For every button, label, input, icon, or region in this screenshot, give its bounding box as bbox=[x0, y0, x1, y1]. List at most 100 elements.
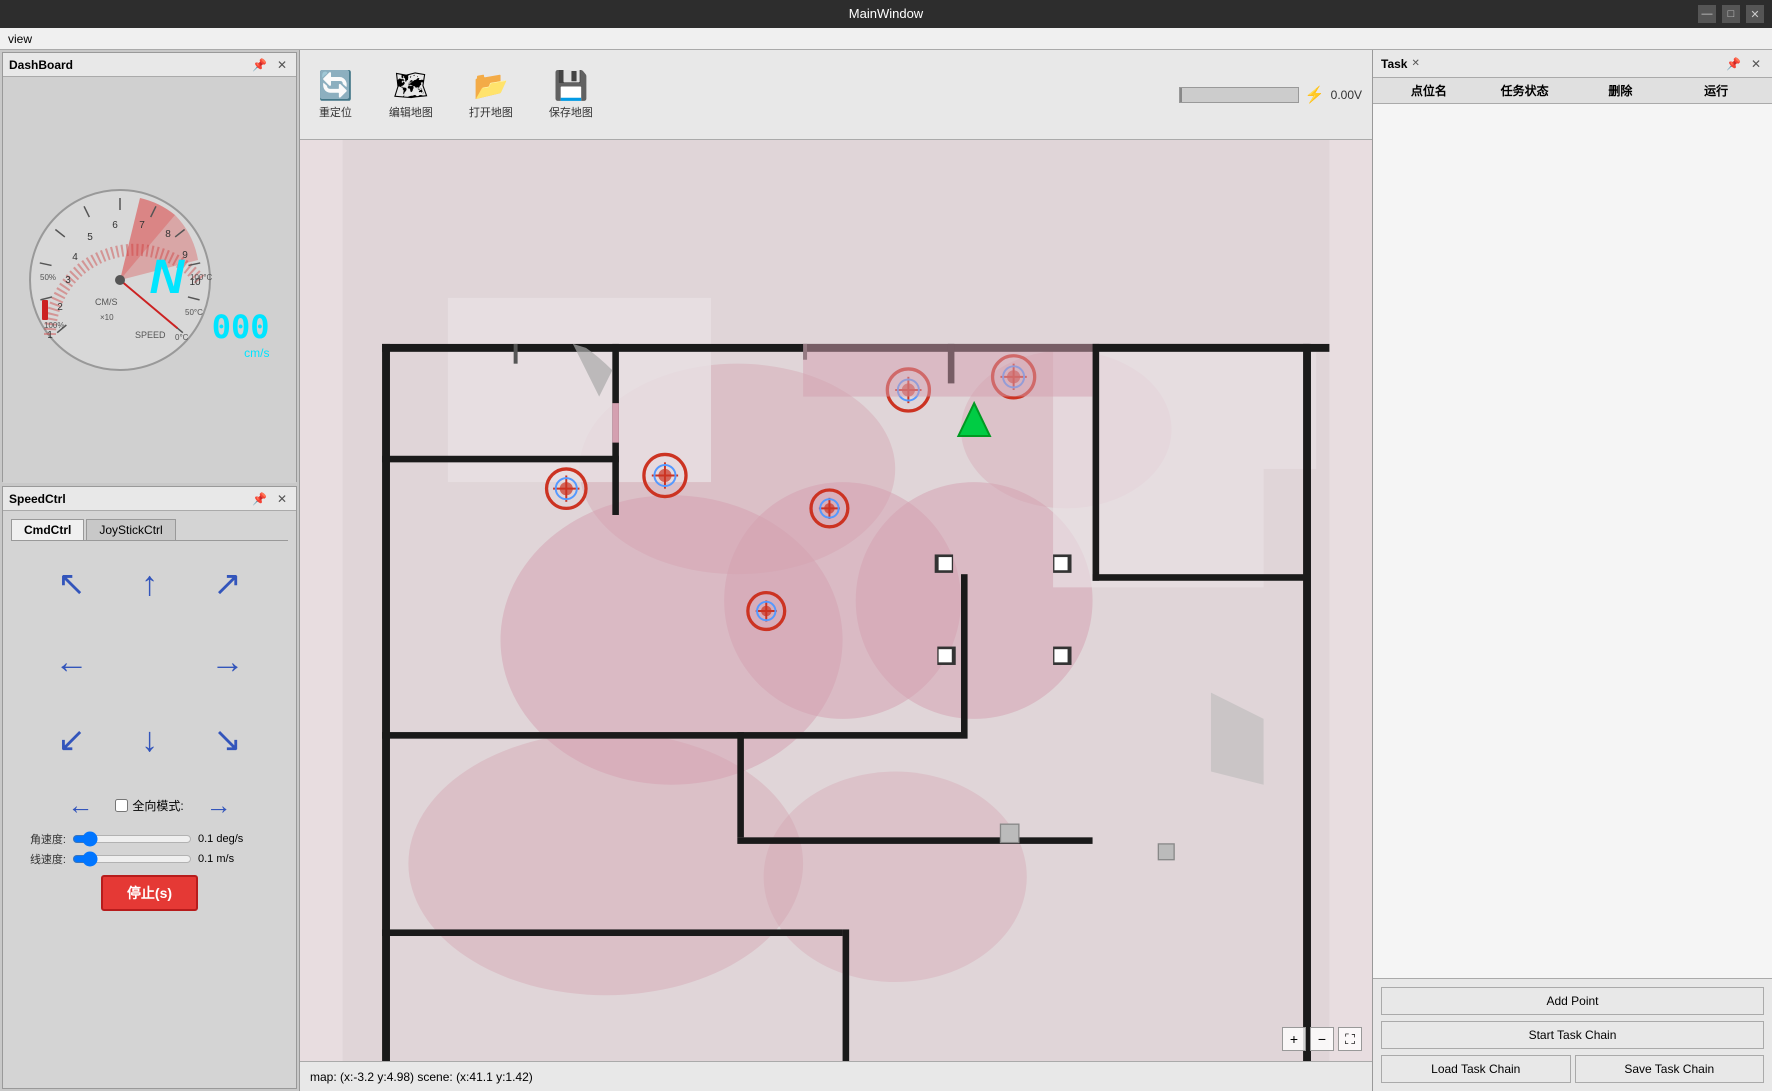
omni-row: ← 全向模式: → bbox=[11, 785, 288, 825]
angle-speed-value: 0.1 deg/s bbox=[198, 833, 278, 845]
dashboard-panel: DashBoard 📌 ✕ bbox=[2, 52, 297, 482]
menu-bar: view bbox=[0, 28, 1772, 50]
svg-text:50%: 50% bbox=[40, 273, 56, 282]
svg-text:×10: ×10 bbox=[100, 313, 114, 322]
linear-speed-label: 线速度: bbox=[11, 851, 66, 867]
dir-up-left-button[interactable]: ↖ bbox=[37, 549, 107, 619]
svg-text:7: 7 bbox=[139, 220, 145, 231]
task-content-area bbox=[1373, 104, 1772, 978]
map-area[interactable]: + − ⛶ bbox=[300, 140, 1372, 1061]
battery-fill bbox=[1180, 88, 1182, 102]
linear-speed-row: 线速度: 0.1 m/s bbox=[11, 851, 288, 867]
add-point-button[interactable]: Add Point bbox=[1381, 987, 1764, 1015]
dir-left-button[interactable]: ← bbox=[37, 627, 107, 697]
toolbar-open-map[interactable]: 📂 打开地图 bbox=[461, 65, 521, 124]
minimize-button[interactable]: — bbox=[1698, 5, 1716, 23]
dashboard-close-icon[interactable]: ✕ bbox=[274, 57, 290, 73]
dir-up-right-button[interactable]: ↗ bbox=[193, 549, 263, 619]
dir-up-button[interactable]: ↑ bbox=[115, 549, 185, 619]
speedometer-svg: 1 2 3 4 5 6 7 8 9 10 100% 50% 100°C bbox=[20, 180, 220, 380]
svg-text:4: 4 bbox=[72, 252, 78, 263]
svg-text:SPEED: SPEED bbox=[135, 330, 166, 340]
save-task-chain-button[interactable]: Save Task Chain bbox=[1575, 1055, 1765, 1083]
task-tab-label: Task bbox=[1381, 57, 1407, 71]
svg-text:0°C: 0°C bbox=[175, 333, 189, 342]
speedometer-container: 1 2 3 4 5 6 7 8 9 10 100% 50% 100°C bbox=[20, 180, 280, 380]
open-map-icon: 📂 bbox=[473, 69, 508, 102]
stop-button[interactable]: 停止(s) bbox=[101, 875, 198, 911]
speedctrl-close-icon[interactable]: ✕ bbox=[274, 491, 290, 507]
title-bar-buttons[interactable]: — □ ✕ bbox=[1698, 5, 1764, 23]
svg-text:CM/S: CM/S bbox=[95, 297, 118, 307]
right-panel: Task ✕ 📌 ✕ 点位名 任务状态 删除 运行 Add Point Star… bbox=[1372, 50, 1772, 1091]
maximize-button[interactable]: □ bbox=[1722, 5, 1740, 23]
task-table-header: 点位名 任务状态 删除 运行 bbox=[1373, 78, 1772, 104]
svg-text:1: 1 bbox=[47, 330, 53, 341]
svg-text:100°C: 100°C bbox=[190, 273, 213, 282]
angle-speed-slider[interactable] bbox=[72, 831, 192, 847]
dir-center-button[interactable] bbox=[115, 627, 185, 697]
tab-bar: CmdCtrl JoyStickCtrl bbox=[11, 519, 288, 541]
svg-text:2: 2 bbox=[57, 302, 63, 313]
dashboard-pin-icon[interactable]: 📌 bbox=[249, 57, 270, 73]
map-status-bar: map: (x:-3.2 y:4.98) scene: (x:41.1 y:1.… bbox=[300, 1061, 1372, 1091]
zoom-fit-button[interactable]: ⛶ bbox=[1338, 1027, 1362, 1051]
toolbar-relocate[interactable]: 🔄 重定位 bbox=[310, 65, 361, 124]
voltage-display: 0.00V bbox=[1331, 88, 1362, 102]
speed-unit: cm/s bbox=[212, 346, 270, 360]
task-panel-controls[interactable]: 📌 ✕ bbox=[1723, 56, 1764, 72]
zoom-controls[interactable]: + − ⛶ bbox=[1282, 1027, 1362, 1051]
svg-text:5: 5 bbox=[87, 232, 93, 243]
title-bar: MainWindow — □ ✕ bbox=[0, 0, 1772, 28]
zoom-out-button[interactable]: − bbox=[1310, 1027, 1334, 1051]
dashboard-controls[interactable]: 📌 ✕ bbox=[249, 57, 290, 73]
relocate-label: 重定位 bbox=[319, 104, 352, 120]
left-panels: DashBoard 📌 ✕ bbox=[0, 50, 300, 1091]
omni-right-button[interactable]: → bbox=[194, 785, 244, 825]
tab-cmdctrl[interactable]: CmdCtrl bbox=[11, 519, 84, 540]
svg-text:50°C: 50°C bbox=[185, 308, 203, 317]
map-coordinates: map: (x:-3.2 y:4.98) scene: (x:41.1 y:1.… bbox=[310, 1070, 533, 1084]
speedctrl-header: SpeedCtrl 📌 ✕ bbox=[3, 487, 296, 511]
zoom-in-button[interactable]: + bbox=[1282, 1027, 1306, 1051]
speedctrl-pin-icon[interactable]: 📌 bbox=[249, 491, 270, 507]
dir-down-button[interactable]: ↓ bbox=[115, 705, 185, 775]
angle-speed-label: 角速度: bbox=[11, 831, 66, 847]
load-task-chain-button[interactable]: Load Task Chain bbox=[1381, 1055, 1571, 1083]
edit-map-icon: 🗺 bbox=[393, 69, 429, 102]
linear-speed-slider[interactable] bbox=[72, 851, 192, 867]
task-tab-close-icon[interactable]: ✕ bbox=[1411, 58, 1419, 69]
task-col-name: 点位名 bbox=[1381, 82, 1477, 99]
main-layout: DashBoard 📌 ✕ bbox=[0, 50, 1772, 1091]
svg-text:8: 8 bbox=[165, 229, 171, 240]
speedctrl-controls[interactable]: 📌 ✕ bbox=[249, 491, 290, 507]
toolbar-save-map[interactable]: 💾 保存地图 bbox=[541, 65, 601, 124]
direction-grid: ↖ ↑ ↗ ← → ↙ ↓ ↘ bbox=[11, 549, 288, 775]
start-task-chain-button[interactable]: Start Task Chain bbox=[1381, 1021, 1764, 1049]
speedctrl-content: CmdCtrl JoyStickCtrl ↖ ↑ ↗ ← → ↙ ↓ ↘ bbox=[3, 511, 296, 919]
map-container[interactable]: + − ⛶ bbox=[300, 140, 1372, 1061]
speedctrl-title: SpeedCtrl bbox=[9, 492, 66, 506]
edit-map-label: 编辑地图 bbox=[389, 104, 433, 120]
linear-speed-value: 0.1 m/s bbox=[198, 853, 278, 865]
speedctrl-panel: SpeedCtrl 📌 ✕ CmdCtrl JoyStickCtrl ↖ ↑ ↗… bbox=[2, 486, 297, 1089]
task-tab[interactable]: Task ✕ bbox=[1381, 57, 1420, 71]
dashboard-title: DashBoard bbox=[9, 58, 73, 72]
dir-down-right-button[interactable]: ↘ bbox=[193, 705, 263, 775]
relocate-icon: 🔄 bbox=[318, 69, 353, 102]
close-button[interactable]: ✕ bbox=[1746, 5, 1764, 23]
omni-mode-checkbox[interactable] bbox=[115, 799, 128, 812]
toolbar-edit-map[interactable]: 🗺 编辑地图 bbox=[381, 65, 441, 124]
task-panel-header: Task ✕ 📌 ✕ bbox=[1373, 50, 1772, 78]
task-close-window-icon[interactable]: ✕ bbox=[1748, 56, 1764, 72]
dir-right-button[interactable]: → bbox=[193, 627, 263, 697]
omni-mode-checkbox-container[interactable]: 全向模式: bbox=[115, 797, 183, 814]
angle-speed-row: 角速度: 0.1 deg/s bbox=[11, 831, 288, 847]
omni-left-button[interactable]: ← bbox=[55, 785, 105, 825]
task-pin-icon[interactable]: 📌 bbox=[1723, 56, 1744, 72]
tab-joystickctrl[interactable]: JoyStickCtrl bbox=[86, 519, 175, 540]
menu-view[interactable]: view bbox=[8, 32, 32, 46]
dir-down-left-button[interactable]: ↙ bbox=[37, 705, 107, 775]
battery-bar: ⚡ 0.00V bbox=[1179, 85, 1362, 105]
compass-direction: N bbox=[150, 250, 185, 305]
